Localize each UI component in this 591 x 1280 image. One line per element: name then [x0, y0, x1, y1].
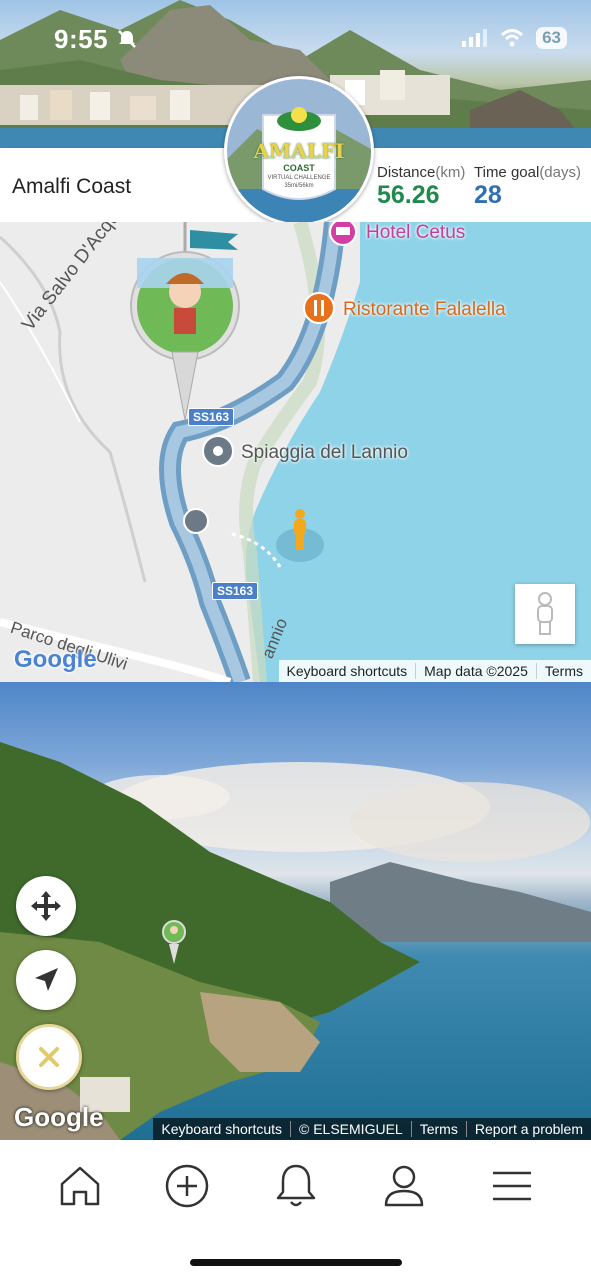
poi-ristorante-falalella[interactable]: Ristorante Falalella: [343, 299, 506, 321]
map-attribution: Keyboard shortcuts Map data ©2025 Terms: [278, 660, 591, 682]
place-pin-icon[interactable]: [202, 435, 234, 473]
avatar-marker[interactable]: [128, 222, 242, 432]
wifi-icon: [501, 29, 524, 47]
time-goal-stat: Time goal(days) 28: [474, 164, 581, 210]
navigate-button[interactable]: [16, 950, 76, 1010]
nav-home-button[interactable]: [52, 1158, 108, 1214]
pan-control-button[interactable]: [16, 876, 76, 936]
poi-hotel-cetus[interactable]: Hotel Cetus: [366, 222, 465, 244]
battery-indicator: 63: [536, 27, 567, 49]
distance-value: 56.26: [377, 181, 440, 209]
streetview-terms-link[interactable]: Terms: [410, 1121, 466, 1137]
navigation-arrow-icon: [35, 968, 58, 991]
nav-profile-button[interactable]: [376, 1158, 432, 1214]
map-data-credit: Map data ©2025: [415, 663, 536, 679]
menu-icon: [493, 1171, 531, 1201]
streetview-keyboard-shortcuts[interactable]: Keyboard shortcuts: [153, 1121, 290, 1137]
badge-line1: VIRTUAL CHALLENGE: [267, 175, 331, 181]
home-icon: [60, 1166, 100, 1206]
challenge-badge[interactable]: AMALFI COAST VIRTUAL CHALLENGE 35mi/56km: [224, 76, 374, 226]
home-indicator[interactable]: [190, 1259, 402, 1266]
add-circle-icon: [165, 1164, 209, 1208]
map-keyboard-shortcuts[interactable]: Keyboard shortcuts: [279, 663, 416, 679]
badge-title: AMALFI: [253, 139, 345, 163]
close-street-view-button[interactable]: [16, 1024, 82, 1090]
road-shield-ss163-top: SS163: [188, 408, 235, 426]
streetview-report-problem-link[interactable]: Report a problem: [465, 1121, 591, 1137]
google-logo-map: Google: [14, 646, 97, 673]
street-view-scene: [0, 742, 591, 1140]
status-time: 9:55: [54, 24, 109, 54]
nav-notifications-button[interactable]: [268, 1158, 324, 1214]
streetview-author-credit[interactable]: © ELSEMIGUEL: [290, 1121, 411, 1137]
pegman-map-icon[interactable]: [288, 508, 312, 552]
street-view-panorama[interactable]: Google Keyboard shortcuts © ELSEMIGUEL T…: [0, 682, 591, 1140]
google-logo-streetview: Google: [14, 1102, 104, 1132]
pegman-icon: [537, 592, 553, 635]
silent-bell-icon: [118, 30, 136, 48]
distance-label: Distance(km): [377, 164, 466, 181]
bell-icon: [276, 1164, 316, 1207]
signal-icon: [462, 29, 488, 47]
transit-icon[interactable]: [183, 508, 209, 534]
distance-stat: Distance(km) 56.26: [377, 164, 465, 210]
badge-subtitle: COAST: [283, 163, 315, 173]
map-terms-link[interactable]: Terms: [535, 663, 591, 679]
road-shield-ss163-bottom: SS163: [212, 582, 259, 600]
move-arrows-icon: [31, 891, 61, 921]
route-name: Amalfi Coast: [12, 175, 132, 198]
avatar-marker-streetview[interactable]: [160, 920, 188, 968]
time-goal-value: 28: [474, 181, 502, 209]
restaurant-icon[interactable]: [303, 292, 335, 330]
time-goal-label: Time goal(days): [474, 164, 581, 181]
streetview-attribution: Keyboard shortcuts © ELSEMIGUEL Terms Re…: [153, 1118, 591, 1140]
poi-spiaggia-del-lannio[interactable]: Spiaggia del Lannio: [241, 442, 408, 464]
close-icon: [39, 1047, 59, 1067]
nav-add-button[interactable]: [159, 1158, 215, 1214]
nav-menu-button[interactable]: [484, 1158, 540, 1214]
hotel-icon[interactable]: [328, 222, 358, 252]
badge-line2: 35mi/56km: [284, 183, 314, 189]
street-view-pegman-button[interactable]: [515, 584, 575, 644]
status-icons: 63: [462, 27, 567, 49]
route-map[interactable]: Hotel Cetus Ristorante Falalella Spiaggi…: [0, 222, 591, 682]
profile-icon: [384, 1165, 424, 1207]
